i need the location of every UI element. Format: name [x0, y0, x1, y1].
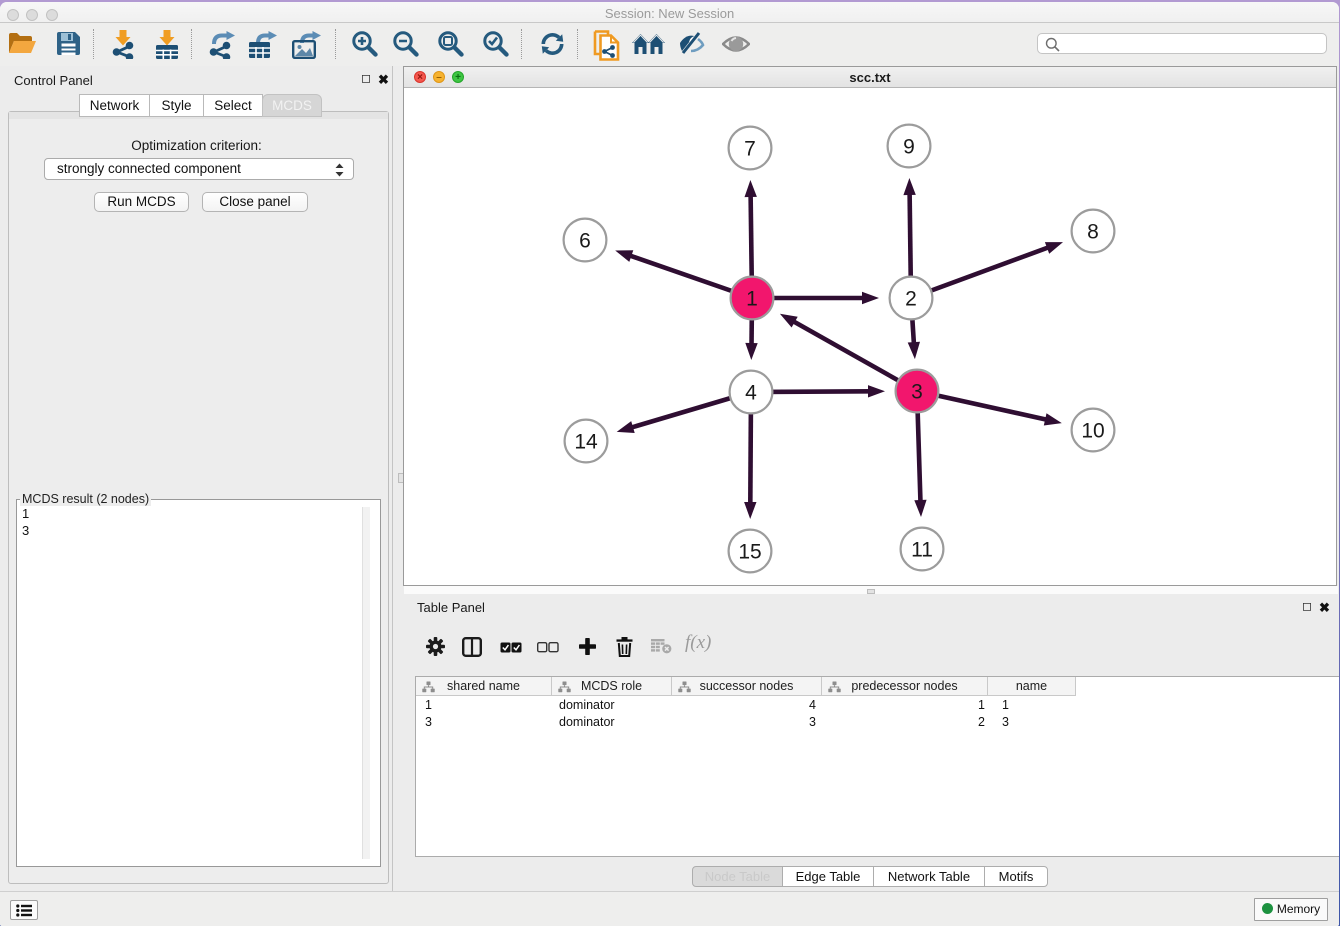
svg-text:6: 6	[579, 230, 591, 253]
svg-text:7: 7	[744, 138, 756, 161]
svg-text:14: 14	[574, 431, 598, 454]
svg-text:15: 15	[738, 541, 761, 564]
svg-text:10: 10	[1081, 420, 1104, 443]
svg-text:1: 1	[746, 288, 758, 311]
svg-text:4: 4	[745, 382, 757, 405]
svg-text:9: 9	[903, 136, 915, 159]
svg-text:2: 2	[905, 288, 917, 311]
svg-text:8: 8	[1087, 221, 1099, 244]
svg-text:3: 3	[911, 381, 923, 404]
svg-text:11: 11	[911, 539, 933, 562]
